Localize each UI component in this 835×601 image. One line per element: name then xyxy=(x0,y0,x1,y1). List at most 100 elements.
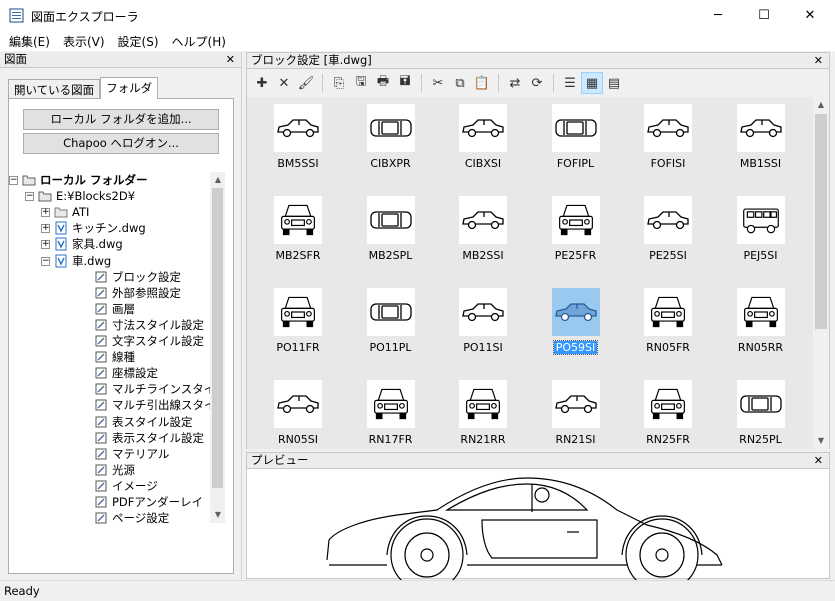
block-thumbnail[interactable]: MB2SFR xyxy=(252,192,344,284)
tree-item[interactable]: 寸法スタイル設定 xyxy=(94,317,204,333)
export-icon[interactable]: 🖶 xyxy=(372,72,394,94)
block-thumbnail[interactable]: BM5SSI xyxy=(252,100,344,192)
save-icon[interactable]: 🖫 xyxy=(350,72,372,94)
block-thumbnail[interactable]: RN25PL xyxy=(715,376,807,449)
grid-scroll-thumb[interactable] xyxy=(815,114,827,329)
block-thumbnail[interactable]: RN17FR xyxy=(345,376,437,449)
tree-item-label: 家具.dwg xyxy=(72,237,123,252)
tree-expander-icon[interactable]: + xyxy=(41,240,50,250)
preview-panel: プレビュー ✕ xyxy=(246,452,830,580)
menu-help[interactable]: ヘルプ(H) xyxy=(167,33,234,50)
tree-item[interactable]: ATI xyxy=(54,204,89,220)
redefine-icon[interactable]: ⇄ xyxy=(504,72,526,94)
cut-icon[interactable]: ✂ xyxy=(427,72,449,94)
scroll-up-icon[interactable]: ▲ xyxy=(210,172,226,188)
tree-item-label: 座標設定 xyxy=(112,366,158,381)
tree-expander-icon[interactable]: − xyxy=(25,192,34,202)
tab-open-drawings[interactable]: 開いている図面 xyxy=(8,79,101,99)
block-thumbnail[interactable]: PE25FR xyxy=(530,192,622,284)
tree-item[interactable]: 画層 xyxy=(94,301,135,317)
detail-view-icon[interactable]: ▤ xyxy=(603,72,625,94)
tab-folder[interactable]: フォルダ xyxy=(100,77,159,99)
block-thumbnail[interactable]: RN05FR xyxy=(622,284,714,376)
tree-expander-icon[interactable]: − xyxy=(9,176,18,185)
grid-scroll-up-icon[interactable]: ▲ xyxy=(813,97,829,113)
scroll-down-icon[interactable]: ▼ xyxy=(210,507,226,523)
block-thumbnail[interactable]: PE25SI xyxy=(622,192,714,284)
grid-scrollbar[interactable]: ▲ ▼ xyxy=(813,97,829,449)
tree-item[interactable]: 車.dwg xyxy=(54,253,111,269)
block-thumbnail[interactable]: PEJ5SI xyxy=(715,192,807,284)
menu-edit[interactable]: 編集(E) xyxy=(4,33,58,50)
block-thumbnail[interactable]: MB1SSI xyxy=(715,100,807,192)
close-button[interactable]: ✕ xyxy=(787,0,833,31)
drawings-panel-close-icon[interactable]: ✕ xyxy=(226,52,235,67)
menu-settings[interactable]: 設定(S) xyxy=(113,33,167,50)
list-view-icon[interactable]: ☰ xyxy=(559,72,581,94)
tree-item[interactable]: 座標設定 xyxy=(94,365,158,381)
refresh-icon[interactable]: ⟳ xyxy=(526,72,548,94)
block-thumbnail[interactable]: FOFIPL xyxy=(530,100,622,192)
tree-item[interactable]: ローカル フォルダー xyxy=(22,172,148,188)
paste-icon[interactable]: 📋 xyxy=(471,72,493,94)
block-thumbnail[interactable]: PO59SI xyxy=(530,284,622,376)
block-thumbnail[interactable]: PO11FR xyxy=(252,284,344,376)
block-thumbnail[interactable]: CIBXPR xyxy=(345,100,437,192)
block-name-label: RN21SI xyxy=(530,433,622,446)
block-thumbnail[interactable]: RN25FR xyxy=(622,376,714,449)
tree-scrollbar[interactable]: ▲ ▼ xyxy=(210,172,225,523)
thumbnail-view-icon[interactable]: ▦ xyxy=(581,72,603,94)
menu-view[interactable]: 表示(V) xyxy=(58,33,113,50)
tree-expander-icon[interactable]: + xyxy=(41,208,50,218)
delete-icon[interactable]: ✕ xyxy=(273,72,295,94)
copy-icon[interactable]: ⧉ xyxy=(449,72,471,94)
tree-item[interactable]: キッチン.dwg xyxy=(54,220,146,236)
tree-item[interactable]: ページ設定 xyxy=(94,510,169,524)
tree-item[interactable]: マルチラインスタイル xyxy=(94,381,210,397)
tree-expander-icon[interactable]: + xyxy=(41,224,50,234)
block-thumbnail[interactable]: RN21RR xyxy=(437,376,529,449)
block-thumbnail[interactable]: RN21SI xyxy=(530,376,622,449)
tree-item[interactable]: 表スタイル設定 xyxy=(94,414,193,430)
tree-item[interactable]: PDFアンダーレイ xyxy=(94,494,203,510)
linetype-icon xyxy=(94,350,108,364)
maximize-button[interactable]: ☐ xyxy=(741,0,787,31)
block-thumbnail[interactable]: CIBXSI xyxy=(437,100,529,192)
toolbar-separator xyxy=(421,74,422,92)
block-thumbnail[interactable]: PO11SI xyxy=(437,284,529,376)
brush-icon[interactable]: 🖌 xyxy=(295,72,317,94)
block-thumbnail[interactable]: PO11PL xyxy=(345,284,437,376)
add-local-folder-button[interactable]: ローカル フォルダを追加... xyxy=(23,109,219,130)
tree-item[interactable]: ブロック設定 xyxy=(94,269,181,285)
block-thumbnail[interactable]: FOFISI xyxy=(622,100,714,192)
block-name-label: MB2SFR xyxy=(252,249,344,262)
preview-panel-close-icon[interactable]: ✕ xyxy=(814,453,823,468)
block-panel-title: ブロック設定 [車.dwg] xyxy=(251,53,372,67)
tree-expander-icon[interactable]: − xyxy=(41,256,50,266)
car-block-icon xyxy=(736,104,785,152)
tree-item[interactable]: マテリアル xyxy=(94,446,169,462)
tree-item[interactable]: 外部参照設定 xyxy=(94,285,181,301)
block-panel-close-icon[interactable]: ✕ xyxy=(814,53,823,68)
tree-item[interactable]: 表示スタイル設定 xyxy=(94,430,204,446)
tree-item[interactable]: 文字スタイル設定 xyxy=(94,333,204,349)
block-thumbnail[interactable]: MB2SSI xyxy=(437,192,529,284)
tree-item[interactable]: マルチ引出線スタイ xyxy=(94,397,210,413)
tree-item[interactable]: E:¥Blocks2D¥ xyxy=(38,188,135,204)
minimize-button[interactable]: ─ xyxy=(695,0,741,31)
block-thumbnail[interactable]: RN05SI xyxy=(252,376,344,449)
block-thumbnail[interactable]: RN05RR xyxy=(715,284,807,376)
tree-item[interactable]: 家具.dwg xyxy=(54,236,123,252)
insert-icon[interactable]: ⎘ xyxy=(328,72,350,94)
tree-item[interactable]: 線種 xyxy=(94,349,135,365)
toolbar-separator xyxy=(322,74,323,92)
chapoo-login-button[interactable]: Chapoo へログオン... xyxy=(23,133,219,154)
block-thumbnail[interactable]: MB2SPL xyxy=(345,192,437,284)
tree-scroll-thumb[interactable] xyxy=(212,188,223,488)
block-name-text: RN05FR xyxy=(646,341,690,354)
tree-item[interactable]: イメージ xyxy=(94,478,158,494)
write-block-icon[interactable]: 🖬 xyxy=(394,72,416,94)
grid-scroll-down-icon[interactable]: ▼ xyxy=(813,433,829,449)
new-block-icon[interactable]: ✚ xyxy=(251,72,273,94)
tree-item[interactable]: 光源 xyxy=(94,462,135,478)
